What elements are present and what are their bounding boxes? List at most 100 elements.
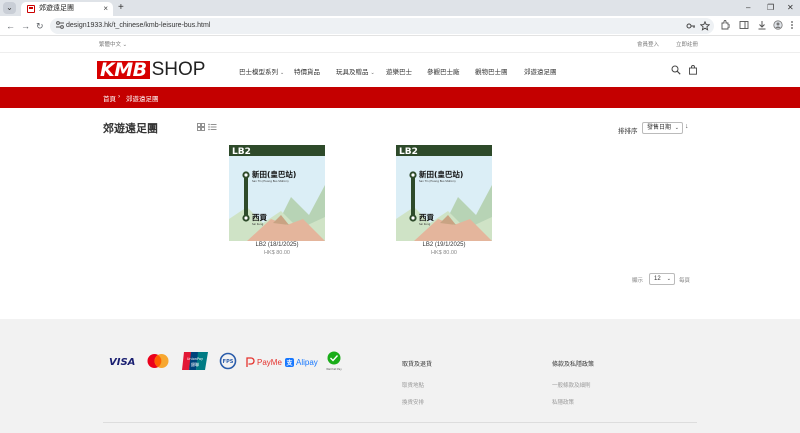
payme-text: PayMe <box>257 357 282 367</box>
product-image[interactable]: LB2 新田(皇巴站) San Tin (Huang Bus Station) … <box>396 145 492 241</box>
tab-search-button[interactable]: ⌄ <box>3 2 16 14</box>
product-card[interactable]: LB2 新田(皇巴站) San Tin (Huang Bus Station) … <box>396 145 492 256</box>
route-number: LB2 <box>399 147 418 157</box>
sort-direction-arrow-icon[interactable]: ↓ <box>685 123 689 130</box>
sort-label: 排排序 <box>618 128 638 135</box>
key-icon[interactable] <box>686 21 696 31</box>
per-page-unit: 每頁 <box>679 278 691 284</box>
destination-name-en: Sai Kung <box>252 222 264 226</box>
product-name[interactable]: LB2 (18/1/2025) <box>229 242 325 248</box>
unionpay-zh-text: 銀聯 <box>191 361 199 367</box>
chevron-down-icon: ⌄ <box>666 276 671 282</box>
mastercard-logo-icon <box>147 354 169 368</box>
nav-sightseeing-tour[interactable]: 觀物巴士團 <box>475 66 508 76</box>
origin-name: 新田(皇巴站) <box>252 169 296 179</box>
footer-link-terms[interactable]: 一般條款及細則 <box>552 381 591 389</box>
payme-icon <box>246 356 255 367</box>
wechat-pay-text: WeChat Pay <box>326 367 342 371</box>
breadcrumb-home-link[interactable]: 首頁 <box>103 93 116 103</box>
address-bar[interactable]: design1933.hk/t_chinese/kmb-leisure-bus.… <box>50 18 714 34</box>
login-link[interactable]: 會員登入 <box>637 40 659 48</box>
route-number: LB2 <box>232 147 251 157</box>
browser-toolbar: ← → ↻ design1933.hk/t_chinese/kmb-leisur… <box>0 16 800 36</box>
payme-logo: PayMe <box>246 353 282 371</box>
nav-depot-visit[interactable]: 參觀巴士廠 <box>427 66 460 76</box>
unionpay-text: UnionPay <box>187 357 203 361</box>
per-page-select[interactable]: 12 ⌄ <box>649 273 675 285</box>
site-info-icon[interactable] <box>55 19 65 31</box>
logo-shop-text: SHOP <box>151 59 206 80</box>
list-view-icon[interactable] <box>208 123 217 131</box>
product-price: HK$ 80.00 <box>264 250 290 256</box>
browser-menu-icon[interactable] <box>789 20 795 30</box>
browser-tab-strip: ⌄ 郊遊遠足團 × + – ❐ ✕ <box>0 0 800 16</box>
nav-hiking-tour[interactable]: 郊遊遠足團 <box>524 66 557 76</box>
sort-value: 發售日期 <box>647 125 672 131</box>
visa-logo: VISA <box>109 356 136 368</box>
product-card[interactable]: LB2 新田(皇巴站) San Tin (Huang Bus Station) … <box>229 145 325 256</box>
window-close-button[interactable]: ✕ <box>787 2 794 14</box>
window-restore-button[interactable]: ❐ <box>767 2 774 14</box>
footer-link-exchange[interactable]: 換貨安排 <box>402 398 424 406</box>
breadcrumb-separator-icon: › <box>118 93 121 100</box>
site-footer: VISA UnionPay 銀聯 FPS PayMe 支 Alipay WeCh… <box>0 319 800 433</box>
logo-kmb-text: KMB <box>97 61 150 80</box>
forward-button[interactable]: → <box>21 19 30 33</box>
extensions-icon[interactable] <box>720 20 730 30</box>
per-page-value: 12 <box>654 276 661 282</box>
back-button[interactable]: ← <box>6 19 15 33</box>
browser-tab-title: 郊遊遠足團 <box>39 5 74 12</box>
utility-bar: 繁體中文 ⌄ 會員登入 立即註冊 <box>0 36 800 53</box>
destination-name: 西貢 <box>419 213 434 222</box>
chevron-down-icon: ⌄ <box>674 125 679 131</box>
breadcrumb-current: 郊遊遠足團 <box>126 96 159 103</box>
register-link[interactable]: 立即註冊 <box>676 40 698 48</box>
fps-logo-icon: FPS <box>219 352 237 370</box>
site-favicon-icon <box>27 5 35 13</box>
origin-name-en: San Tin (Huang Bus Station) <box>252 179 289 183</box>
url-text: design1933.hk/t_chinese/kmb-leisure-bus.… <box>66 22 211 29</box>
new-tab-button[interactable]: + <box>118 2 124 14</box>
fps-text: FPS <box>223 359 234 365</box>
nav-leisure-bus[interactable]: 遊樂巴士 <box>386 66 412 76</box>
footer-heading-pickup: 取貨及退貨 <box>402 362 433 368</box>
tab-close-icon[interactable]: × <box>103 2 108 16</box>
kmb-shop-logo[interactable]: KMB SHOP <box>97 60 205 80</box>
shopping-bag-icon[interactable] <box>688 65 698 75</box>
nav-special-offers[interactable]: 特價貨品 <box>294 66 320 76</box>
nav-label: 玩具及贈品 <box>336 69 369 76</box>
unionpay-logo-icon: UnionPay 銀聯 <box>182 352 208 370</box>
nav-bus-models[interactable]: 巴士模型系列 ⌄ <box>239 66 284 76</box>
profile-avatar-icon[interactable] <box>773 20 783 30</box>
sort-select[interactable]: 發售日期 ⌄ <box>642 122 683 134</box>
download-icon[interactable] <box>757 20 767 30</box>
footer-divider <box>103 422 697 423</box>
product-name[interactable]: LB2 (19/1/2025) <box>396 242 492 248</box>
origin-name: 新田(皇巴站) <box>419 169 463 179</box>
grid-view-icon[interactable] <box>197 123 205 131</box>
footer-link-pickup-location[interactable]: 取貨地點 <box>402 381 424 389</box>
bookmark-star-icon[interactable] <box>700 21 710 31</box>
search-icon[interactable] <box>671 65 681 75</box>
window-minimize-button[interactable]: – <box>746 2 750 14</box>
destination-name: 西貢 <box>252 213 267 222</box>
footer-link-privacy[interactable]: 私隱政策 <box>552 398 574 406</box>
alipay-icon: 支 <box>285 357 294 367</box>
browser-tab-active[interactable]: 郊遊遠足團 × <box>21 2 113 16</box>
page-title: 郊遊遠足團 <box>103 122 158 135</box>
product-image[interactable]: LB2 新田(皇巴站) San Tin (Huang Bus Station) … <box>229 145 325 241</box>
site-header: KMB SHOP 巴士模型系列 ⌄ 特價貨品 玩具及贈品 ⌄ 遊樂巴士 參觀巴士廠 … <box>0 53 800 87</box>
per-page-label: 顯示 <box>632 278 644 284</box>
language-selector[interactable]: 繁體中文 ⌄ <box>99 40 127 48</box>
svg-text:支: 支 <box>285 359 293 367</box>
chevron-down-icon: ⌄ <box>280 70 285 76</box>
nav-label: 巴士模型系列 <box>239 69 278 76</box>
destination-name-en: Sai Kung <box>419 222 431 226</box>
reload-button[interactable]: ↻ <box>36 19 44 33</box>
alipay-logo: 支 Alipay <box>285 353 318 371</box>
nav-toys-gifts[interactable]: 玩具及贈品 ⌄ <box>336 66 375 76</box>
chevron-down-icon: ⌄ <box>370 70 375 76</box>
side-panel-icon[interactable] <box>739 20 749 30</box>
breadcrumb: 首頁 › 郊遊遠足團 <box>0 87 800 108</box>
alipay-text: Alipay <box>296 357 318 367</box>
